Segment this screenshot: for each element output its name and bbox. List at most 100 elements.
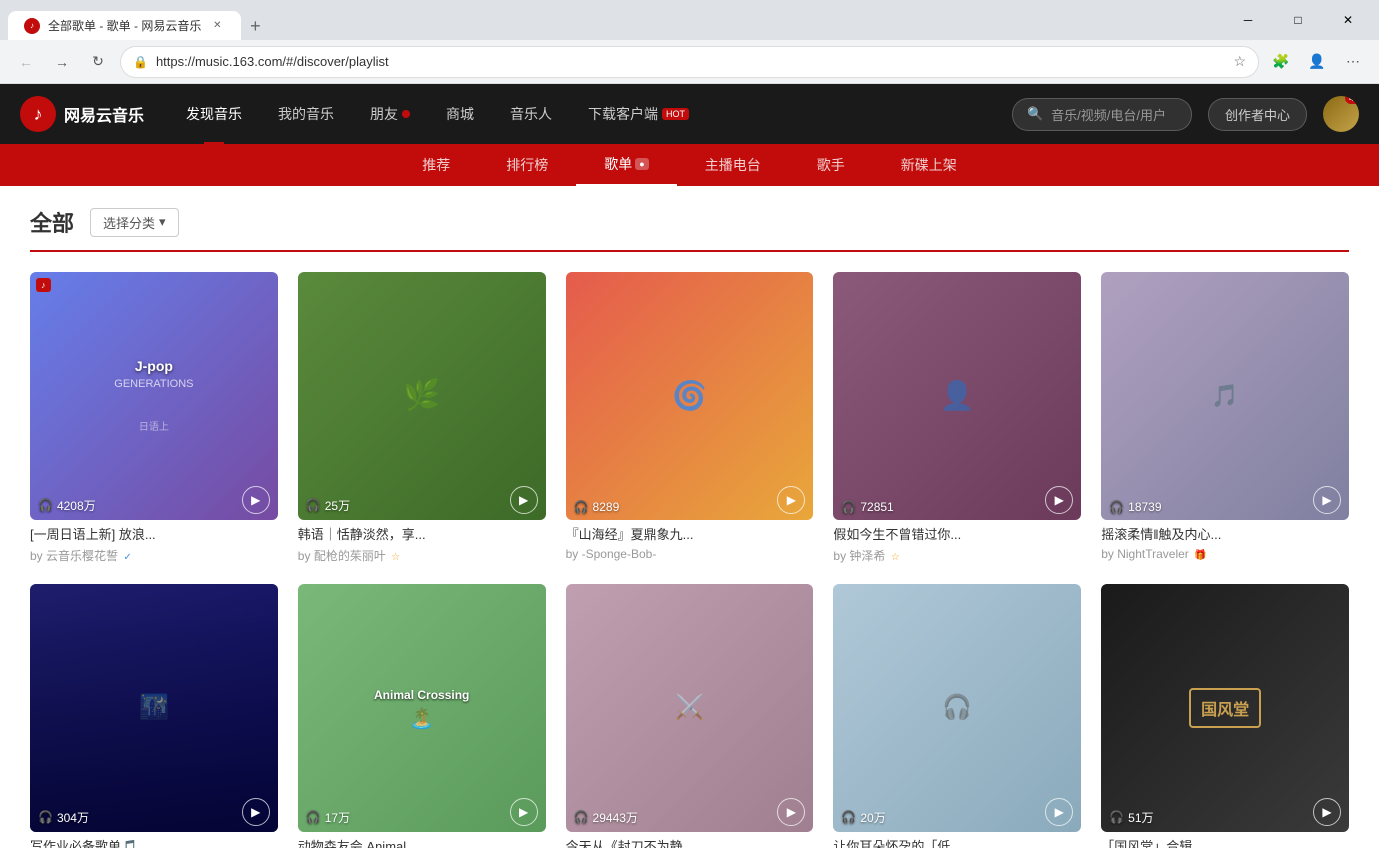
nav-item-shop[interactable]: 商城 — [428, 84, 492, 144]
logo-area: ♪ 网易云音乐 — [20, 96, 144, 132]
sub-nav-playlist[interactable]: 歌单 ● — [576, 144, 676, 186]
playlist-creator-2: by 配枪的茱丽叶 ☆ — [298, 547, 546, 564]
play-button-8[interactable]: ▶ — [777, 798, 805, 826]
hot-badge: HOT — [662, 108, 689, 120]
browser-tabs: 全部歌单 - 歌单 - 网易云音乐 ✕ + — [8, 0, 269, 40]
playlist-creator-3: by -Sponge-Bob- — [566, 547, 814, 561]
profile-icon[interactable]: 👤 — [1303, 48, 1331, 76]
play-button-1[interactable]: ▶ — [242, 486, 270, 514]
minimize-button[interactable]: ─ — [1225, 0, 1271, 40]
play-count-3: 🎧8289 — [574, 500, 620, 514]
play-count-6: 🎧304万 — [38, 809, 89, 826]
forward-button[interactable]: → — [48, 48, 76, 76]
play-button-2[interactable]: ▶ — [510, 486, 538, 514]
play-count-8: 🎧29443万 — [574, 809, 638, 826]
nav-item-mymusic[interactable]: 我的音乐 — [260, 84, 352, 144]
playlist-card-9[interactable]: 🎧 🎧20万 ▶ 让你耳朵怀孕的「低... by dd只会喂喂喂 — [833, 584, 1081, 848]
bookmark-icon[interactable]: ☆ — [1233, 53, 1246, 70]
main-nav: 发现音乐 我的音乐 朋友 商城 音乐人 下载客户端 HOT — [168, 84, 1012, 144]
nav-item-friends[interactable]: 朋友 — [352, 84, 428, 144]
browser-titlebar: 全部歌单 - 歌单 - 网易云音乐 ✕ + ─ □ ✕ — [0, 0, 1379, 40]
playlist-thumb-8: ⚔️ 🎧29443万 ▶ — [566, 584, 814, 832]
playlist-card-1[interactable]: J-pop GENERATIONS 日语上 ♪ 🎧4208万 ▶ [一周日语上新… — [30, 272, 278, 564]
sub-nav-charts[interactable]: 排行榜 — [478, 144, 576, 186]
toolbar-right: 🧩 👤 ⋯ — [1267, 48, 1367, 76]
nav-item-discover[interactable]: 发现音乐 — [168, 84, 260, 144]
section-title: 全部 — [30, 206, 74, 238]
sub-nav-newalbum[interactable]: 新碟上架 — [873, 144, 985, 186]
friends-badge — [402, 110, 410, 118]
extensions-icon[interactable]: 🧩 — [1267, 48, 1295, 76]
search-icon: 🔍 — [1027, 106, 1043, 122]
sub-nav: 推荐 排行榜 歌单 ● 主播电台 歌手 新碟上架 — [0, 144, 1379, 186]
playlist-thumb-7: Animal Crossing 🏝️ 🎧17万 ▶ — [298, 584, 546, 832]
play-button-5[interactable]: ▶ — [1313, 486, 1341, 514]
play-count-7: 🎧17万 — [306, 809, 350, 826]
notification-badge: 46 — [1345, 96, 1359, 104]
lock-icon: 🔒 — [133, 55, 148, 69]
search-placeholder: 音乐/视频/电台/用户 — [1051, 105, 1166, 124]
playlist-card-2[interactable]: 🌿 🎧25万 ▶ 韩语｜恬静淡然，享... by 配枪的茱丽叶 ☆ — [298, 272, 546, 564]
playlist-grid: J-pop GENERATIONS 日语上 ♪ 🎧4208万 ▶ [一周日语上新… — [30, 272, 1349, 848]
playlist-name-6: 写作业必备歌单🎵... — [30, 838, 278, 848]
creator-center-button[interactable]: 创作者中心 — [1208, 98, 1307, 131]
tab-title: 全部歌单 - 歌单 - 网易云音乐 — [48, 17, 201, 34]
playlist-thumb-1: J-pop GENERATIONS 日语上 ♪ 🎧4208万 ▶ — [30, 272, 278, 520]
play-button-3[interactable]: ▶ — [777, 486, 805, 514]
browser-window: 全部歌单 - 歌单 - 网易云音乐 ✕ + ─ □ ✕ ← → ↻ 🔒 http… — [0, 0, 1379, 848]
play-button-7[interactable]: ▶ — [510, 798, 538, 826]
refresh-button[interactable]: ↻ — [84, 48, 112, 76]
sub-nav-recommend[interactable]: 推荐 — [394, 144, 478, 186]
playlist-thumb-6: 🌃 🎧304万 ▶ — [30, 584, 278, 832]
verified-icon-1: ✓ — [123, 552, 131, 563]
playlist-name-3: 『山海经』夏鼎象九... — [566, 526, 814, 544]
window-controls: ─ □ ✕ — [1225, 0, 1371, 40]
playlist-card-4[interactable]: 👤 🎧72851 ▶ 假如今生不曾错过你... by 钟泽希 ☆ — [833, 272, 1081, 564]
playlist-card-7[interactable]: Animal Crossing 🏝️ 🎧17万 ▶ 动物森友会 Animal .… — [298, 584, 546, 848]
search-box[interactable]: 🔍 音乐/视频/电台/用户 — [1012, 98, 1192, 131]
maximize-button[interactable]: □ — [1275, 0, 1321, 40]
playlist-card-6[interactable]: 🌃 🎧304万 ▶ 写作业必备歌单🎵... by 爱老醉的地鸡 — [30, 584, 278, 848]
user-avatar[interactable]: 46 — [1323, 96, 1359, 132]
browser-tab-active[interactable]: 全部歌单 - 歌单 - 网易云音乐 ✕ — [8, 11, 241, 40]
menu-icon[interactable]: ⋯ — [1339, 48, 1367, 76]
playlist-badge: ● — [635, 158, 648, 170]
play-button-10[interactable]: ▶ — [1313, 798, 1341, 826]
star-icon-2: ☆ — [391, 552, 400, 563]
nav-item-download[interactable]: 下载客户端 HOT — [570, 84, 707, 144]
address-bar[interactable]: 🔒 https://music.163.com/#/discover/playl… — [120, 46, 1259, 78]
playlist-name-4: 假如今生不曾错过你... — [833, 526, 1081, 544]
close-button[interactable]: ✕ — [1325, 0, 1371, 40]
browser-toolbar: ← → ↻ 🔒 https://music.163.com/#/discover… — [0, 40, 1379, 84]
playlist-name-10: 「国风堂」合辑 — [1101, 838, 1349, 848]
sub-nav-radio[interactable]: 主播电台 — [677, 144, 789, 186]
category-filter-button[interactable]: 选择分类 ▾ — [90, 208, 179, 237]
playlist-name-1: [一周日语上新] 放浪... — [30, 526, 278, 544]
playlist-thumb-9: 🎧 🎧20万 ▶ — [833, 584, 1081, 832]
play-button-4[interactable]: ▶ — [1045, 486, 1073, 514]
play-button-9[interactable]: ▶ — [1045, 798, 1073, 826]
tab-close-button[interactable]: ✕ — [209, 18, 225, 34]
star-icon-4: ☆ — [891, 552, 900, 563]
nav-item-musician[interactable]: 音乐人 — [492, 84, 570, 144]
back-button[interactable]: ← — [12, 48, 40, 76]
new-tab-button[interactable]: + — [241, 12, 269, 40]
playlist-name-2: 韩语｜恬静淡然，享... — [298, 526, 546, 544]
playlist-card-10[interactable]: 国风堂 🎧51万 ▶ 「国风堂」合辑 by 国风堂音乐企划 — [1101, 584, 1349, 848]
playlist-card-5[interactable]: 🎵 🎧18739 ▶ 摇滚柔情‖触及内心... by NightTraveler… — [1101, 272, 1349, 564]
chevron-down-icon: ▾ — [159, 214, 166, 230]
play-button-6[interactable]: ▶ — [242, 798, 270, 826]
playlist-card-3[interactable]: 🌀 🎧8289 ▶ 『山海经』夏鼎象九... by -Sponge-Bob- — [566, 272, 814, 564]
playlist-thumb-4: 👤 🎧72851 ▶ — [833, 272, 1081, 520]
play-count-5: 🎧18739 — [1109, 500, 1161, 514]
section-header: 全部 选择分类 ▾ — [30, 206, 1349, 252]
main-content: 全部 选择分类 ▾ J-pop GENERATIONS 日语上 ♪ — [0, 186, 1379, 848]
play-count-4: 🎧72851 — [841, 500, 893, 514]
sub-nav-artist[interactable]: 歌手 — [789, 144, 873, 186]
playlist-card-8[interactable]: ⚔️ 🎧29443万 ▶ 今天从《封刀不为静... by 云音乐智能推荐 — [566, 584, 814, 848]
hot-icon-1: ♪ — [36, 278, 51, 292]
playlist-name-8: 今天从《封刀不为静... — [566, 838, 814, 848]
playlist-creator-4: by 钟泽希 ☆ — [833, 547, 1081, 564]
play-count-9: 🎧20万 — [841, 809, 885, 826]
netease-header: ♪ 网易云音乐 发现音乐 我的音乐 朋友 商城 音乐人 — [0, 84, 1379, 144]
